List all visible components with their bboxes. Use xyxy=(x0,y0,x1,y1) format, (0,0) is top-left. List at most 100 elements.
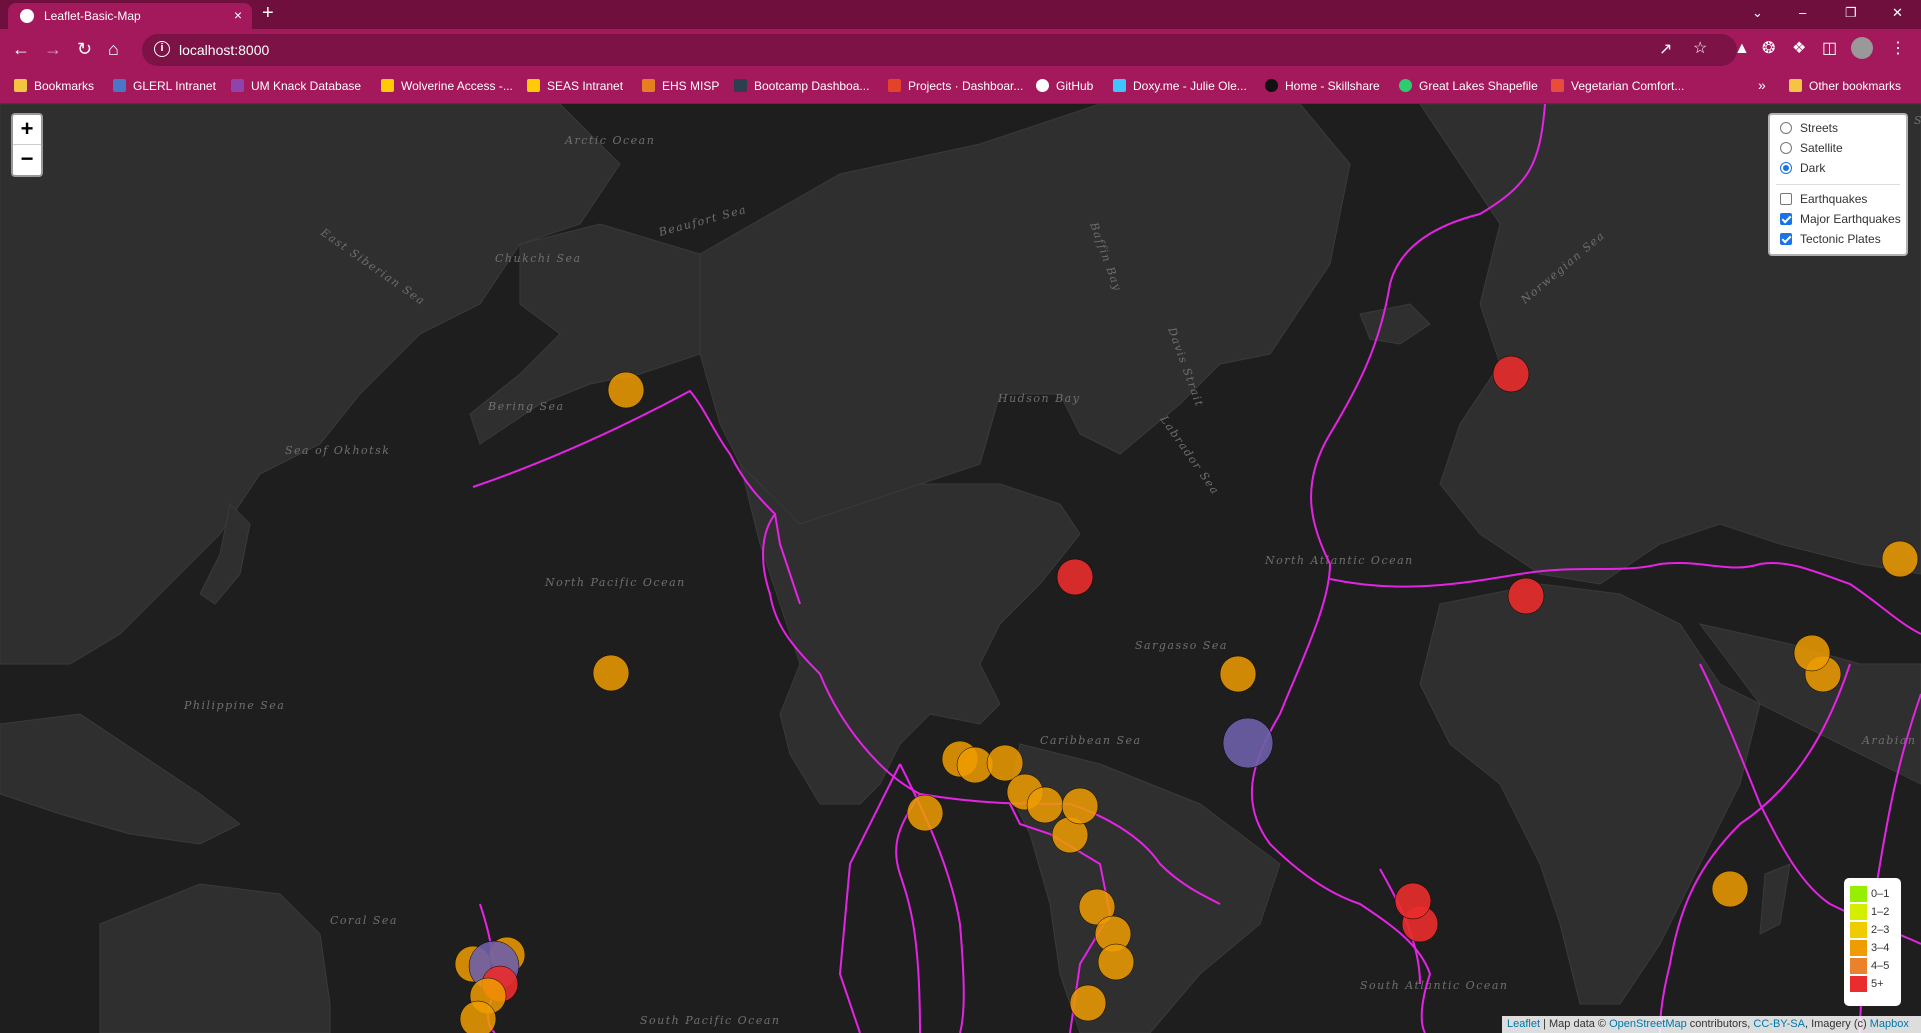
mapbox-link[interactable]: Mapbox xyxy=(1870,1018,1909,1030)
layer-label: Streets xyxy=(1800,121,1839,135)
radio-button[interactable] xyxy=(1780,142,1792,154)
legend-swatch xyxy=(1850,922,1867,938)
earthquake-marker[interactable] xyxy=(607,371,645,409)
legend-label: 5+ xyxy=(1871,978,1884,990)
overlay-option-earthquakes[interactable]: Earthquakes xyxy=(1780,192,1867,208)
osm-link[interactable]: OpenStreetMap xyxy=(1609,1018,1687,1030)
other-bookmarks-folder[interactable]: Other bookmarks xyxy=(1789,79,1901,93)
radio-button[interactable] xyxy=(1780,122,1792,134)
layer-control: Streets Satellite Dark Earthquakes Major… xyxy=(1768,113,1908,256)
home-button[interactable]: ⌂ xyxy=(108,39,119,59)
minimize-button[interactable]: – xyxy=(1799,5,1806,20)
share-icon[interactable]: ↗ xyxy=(1659,41,1672,59)
reload-button[interactable]: ↻ xyxy=(77,39,92,59)
earthquake-marker[interactable] xyxy=(1026,786,1064,824)
bookmark-item[interactable]: Doxy.me - Julie Ole... xyxy=(1113,79,1247,93)
layer-label: Tectonic Plates xyxy=(1800,232,1881,246)
earthquake-marker[interactable] xyxy=(906,794,944,832)
bookmark-item[interactable]: UM Knack Database xyxy=(231,79,361,93)
bookmark-item[interactable]: Bookmarks xyxy=(14,79,94,93)
earthquake-marker[interactable] xyxy=(1394,882,1432,920)
earthquake-marker[interactable] xyxy=(1492,355,1530,393)
map-canvas[interactable]: Arctic Ocean East Siberian Sea Beaufort … xyxy=(0,104,1921,1033)
base-layer-option-dark[interactable]: Dark xyxy=(1780,161,1825,177)
bookmark-item[interactable]: GitHub xyxy=(1036,79,1093,93)
bookmark-label: Bookmarks xyxy=(34,79,95,93)
magnitude-legend: 0–1 1–2 2–3 3–4 4–5 5+ xyxy=(1844,878,1901,1006)
earthquake-marker[interactable] xyxy=(1222,717,1274,769)
zoom-out-button[interactable]: − xyxy=(13,145,41,175)
tab-search-button[interactable]: ⌄ xyxy=(1752,5,1763,21)
extension-icon[interactable]: ▲ xyxy=(1734,40,1750,58)
bookmarks-overflow-button[interactable]: » xyxy=(1758,77,1766,93)
browser-tab[interactable]: Leaflet-Basic-Map × xyxy=(8,3,252,29)
zoom-in-button[interactable]: + xyxy=(13,115,41,145)
earthquake-marker[interactable] xyxy=(1069,984,1107,1022)
license-link[interactable]: CC-BY-SA xyxy=(1753,1018,1805,1030)
bookmark-item[interactable]: Vegetarian Comfort... xyxy=(1551,79,1684,93)
earthquake-marker[interactable] xyxy=(1881,540,1919,578)
back-button[interactable]: ← xyxy=(12,39,30,59)
layer-label: Major Earthquakes xyxy=(1800,212,1901,226)
star-icon[interactable]: ☆ xyxy=(1693,40,1707,58)
leaflet-map[interactable]: Arctic Ocean East Siberian Sea Beaufort … xyxy=(0,104,1921,1033)
checkbox[interactable] xyxy=(1780,233,1792,245)
url-text[interactable]: localhost:8000 xyxy=(179,42,269,58)
earthquake-marker[interactable] xyxy=(592,654,630,692)
earthquake-marker[interactable] xyxy=(1061,787,1099,825)
bookmark-item[interactable]: Bootcamp Dashboa... xyxy=(734,79,869,93)
bookmark-item[interactable]: Home - Skillshare xyxy=(1265,79,1380,93)
globe-icon xyxy=(20,9,34,23)
bookmark-item[interactable]: EHS MISP xyxy=(642,79,719,93)
map-label: Chukchi Sea xyxy=(495,252,582,265)
github-icon xyxy=(1036,79,1049,92)
bookmark-item[interactable]: Great Lakes Shapefile xyxy=(1399,79,1538,93)
earthquake-marker[interactable] xyxy=(1793,634,1831,672)
earthquake-marker[interactable] xyxy=(1219,655,1257,693)
overlay-option-tectonic-plates[interactable]: Tectonic Plates xyxy=(1780,232,1881,248)
map-attribution: Leaflet | Map data © OpenStreetMap contr… xyxy=(1502,1016,1921,1033)
glerl-icon xyxy=(113,79,126,92)
ehs-icon xyxy=(642,79,655,92)
folder-icon xyxy=(1789,79,1802,92)
bookmark-label: Great Lakes Shapefile xyxy=(1419,79,1538,93)
close-window-button[interactable]: ✕ xyxy=(1892,5,1903,21)
zoom-control: + − xyxy=(11,113,43,177)
bookmark-item[interactable]: Wolverine Access -... xyxy=(381,79,513,93)
earthquake-marker[interactable] xyxy=(1097,943,1135,981)
site-info-icon[interactable]: i xyxy=(154,41,170,57)
menu-kebab-icon[interactable]: ⋮ xyxy=(1890,40,1906,58)
bookmark-item[interactable]: Projects · Dashboar... xyxy=(888,79,1023,93)
earthquake-marker[interactable] xyxy=(459,1000,497,1033)
map-label: Coral Sea xyxy=(330,914,398,927)
earthquake-marker[interactable] xyxy=(1507,577,1545,615)
radio-button[interactable] xyxy=(1780,162,1792,174)
restore-button[interactable]: ❐ xyxy=(1845,5,1857,21)
address-bar[interactable]: i localhost:8000 ↗ ☆ xyxy=(142,34,1737,66)
tab-close-button[interactable]: × xyxy=(234,7,242,23)
leaflet-link[interactable]: Leaflet xyxy=(1507,1018,1540,1030)
bookmark-item[interactable]: GLERL Intranet xyxy=(113,79,216,93)
bookmark-label: UM Knack Database xyxy=(251,79,362,93)
new-tab-button[interactable]: + xyxy=(262,3,274,23)
earthquake-marker[interactable] xyxy=(1056,558,1094,596)
attribution-text: , Imagery (c) xyxy=(1804,1018,1870,1030)
extension-icon[interactable]: ❂ xyxy=(1762,40,1775,58)
bookmark-item[interactable]: SEAS Intranet xyxy=(527,79,623,93)
map-label: North Atlantic Ocean xyxy=(1264,554,1414,567)
extensions-puzzle-icon[interactable]: ❖ xyxy=(1792,40,1806,58)
divider xyxy=(1776,184,1900,185)
knack-icon xyxy=(231,79,244,92)
avatar[interactable] xyxy=(1851,37,1873,59)
legend-swatch xyxy=(1850,976,1867,992)
checkbox[interactable] xyxy=(1780,193,1792,205)
map-label: Hudson Bay xyxy=(997,392,1080,405)
base-layer-option-satellite[interactable]: Satellite xyxy=(1780,141,1843,157)
overlay-option-major-earthquakes[interactable]: Major Earthquakes xyxy=(1780,212,1901,228)
forward-button[interactable]: → xyxy=(44,39,62,59)
legend-swatch xyxy=(1850,886,1867,902)
base-layer-option-streets[interactable]: Streets xyxy=(1780,121,1838,137)
checkbox[interactable] xyxy=(1780,213,1792,225)
side-panel-icon[interactable]: ◫ xyxy=(1822,40,1837,58)
earthquake-marker[interactable] xyxy=(1711,870,1749,908)
